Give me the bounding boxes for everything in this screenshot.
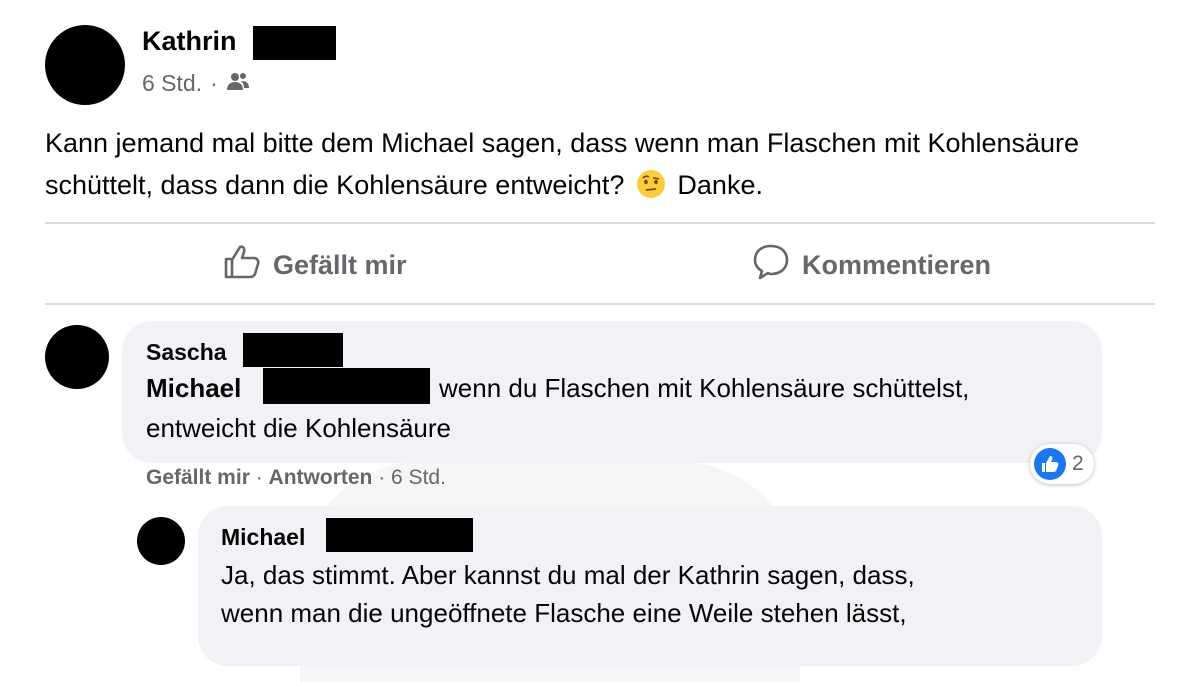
redacted-mention-surname [263, 368, 430, 404]
post-text: Kann jemand mal bitte dem Michael sagen,… [45, 122, 1145, 206]
comment-button-label: Kommentieren [802, 249, 992, 280]
reply-text-line2: wenn man die ungeöffnete Flasche eine We… [221, 598, 907, 628]
post-author-name[interactable]: Kathrin [142, 26, 237, 57]
comment-button[interactable]: Kommentieren [752, 243, 991, 287]
like-button-label: Gefällt mir [273, 249, 407, 280]
comment-text-line1: wenn du Flaschen mit Kohlensäure schütte… [439, 373, 970, 403]
post-author-avatar[interactable] [45, 25, 125, 105]
redacted-comment-author-surname [243, 333, 343, 367]
comment-like-link[interactable]: Gefällt mir [146, 466, 250, 489]
comment-author-avatar[interactable] [45, 325, 109, 389]
redacted-reply-author-surname [326, 518, 473, 552]
like-reaction-icon [1034, 448, 1066, 480]
friends-icon [226, 70, 250, 97]
comment-mention[interactable]: Michael [146, 368, 241, 408]
comment-timestamp[interactable]: 6 Std. [391, 466, 446, 489]
meta-separator: · [210, 70, 218, 96]
reply-author-avatar[interactable] [137, 517, 185, 565]
reply-text-line1: Ja, das stimmt. Aber kannst du mal der K… [221, 560, 915, 590]
post-timestamp[interactable]: 6 Std. [142, 70, 202, 97]
divider-bottom [45, 303, 1155, 305]
comment-icon [752, 243, 790, 288]
face-with-raised-eyebrow-emoji [636, 169, 666, 199]
redacted-author-surname [253, 26, 336, 60]
divider-top [45, 222, 1155, 224]
reply-author-name[interactable]: Michael [221, 524, 305, 551]
comment-author-name[interactable]: Sascha [146, 339, 227, 366]
reaction-summary[interactable]: 2 [1030, 444, 1094, 484]
post-meta: 6 Std. · [142, 70, 250, 97]
post-text-end: Danke. [677, 170, 763, 200]
comment-reply-link[interactable]: Antworten [269, 466, 373, 489]
thumbs-up-icon [223, 243, 261, 288]
post-text-main: Kann jemand mal bitte dem Michael sagen,… [45, 128, 1080, 200]
like-button[interactable]: Gefällt mir [223, 243, 407, 287]
comment-actions: Gefällt mir · Antworten · 6 Std. [146, 466, 446, 489]
comment-text-line2: entweicht die Kohlensäure [146, 413, 451, 443]
reaction-count: 2 [1072, 452, 1084, 475]
